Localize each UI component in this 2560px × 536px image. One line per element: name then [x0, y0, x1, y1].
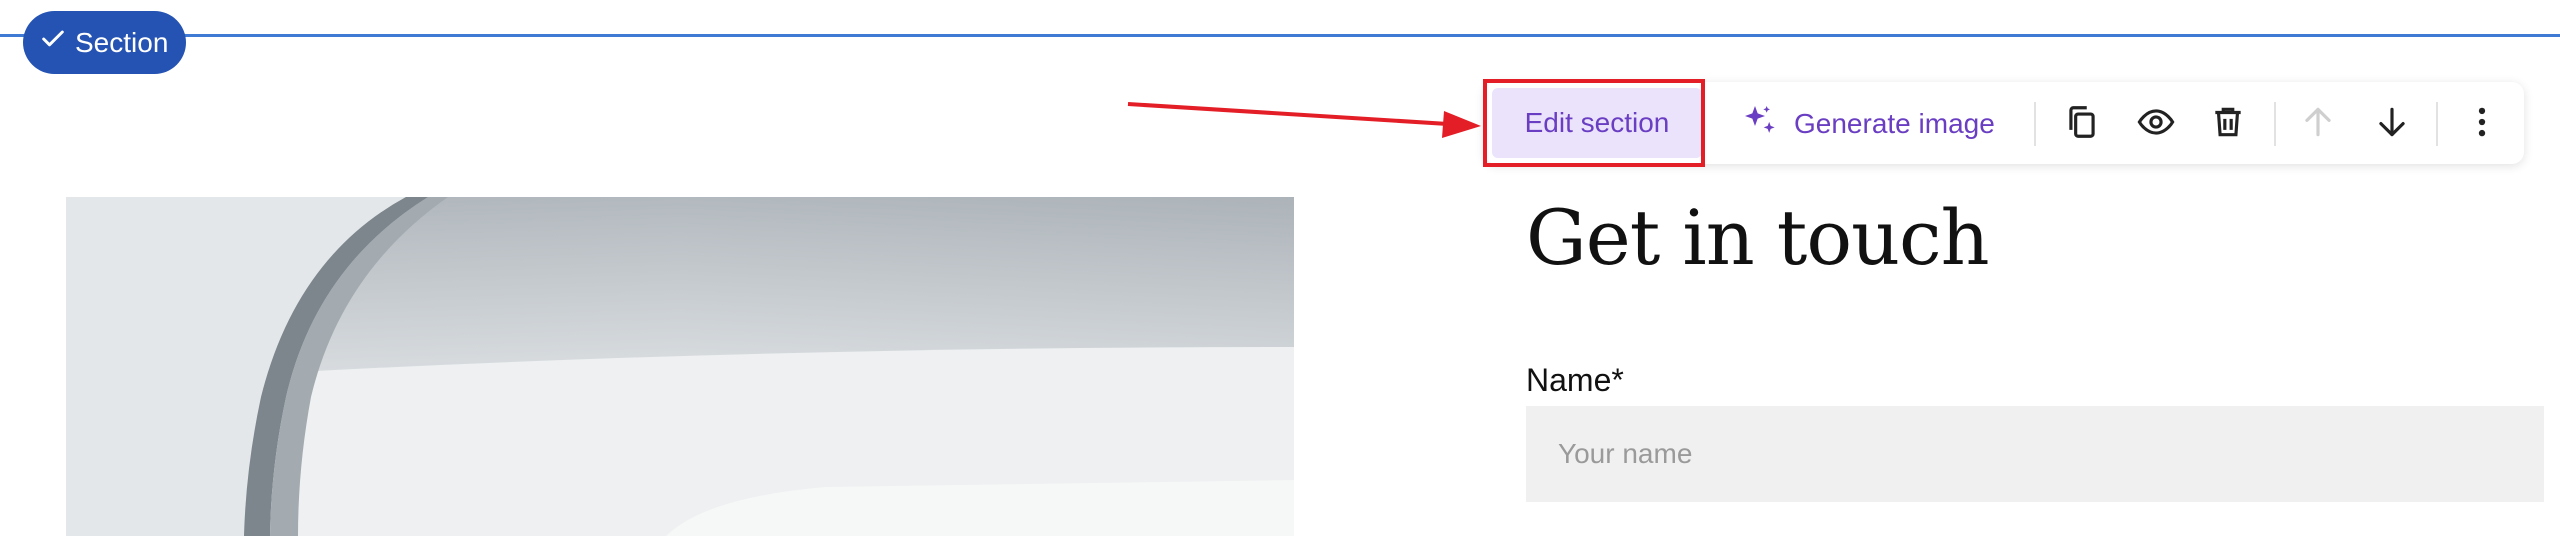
name-field[interactable]	[1526, 406, 2544, 502]
name-field-label: Name*	[1526, 362, 1624, 398]
generate-image-label: Generate image	[1794, 108, 1995, 139]
toolbar-divider	[2436, 102, 2438, 146]
arrow-down-icon[interactable]	[2370, 100, 2414, 144]
generate-image-button[interactable]: Generate image	[1740, 96, 1995, 152]
copy-icon[interactable]	[2060, 100, 2104, 144]
toolbar-divider	[2034, 102, 2036, 146]
section-image[interactable]	[66, 197, 1294, 536]
more-vertical-icon[interactable]	[2460, 100, 2504, 144]
annotation-arrow	[1127, 102, 1481, 138]
arrow-up-icon[interactable]	[2296, 100, 2340, 144]
eye-icon[interactable]	[2134, 100, 2178, 144]
sparkle-icon	[1740, 101, 1780, 148]
page-title: Get in touch	[1526, 193, 1990, 282]
toolbar-divider	[2274, 102, 2276, 146]
highlight-annotation	[1483, 79, 1705, 167]
trash-icon[interactable]	[2206, 100, 2250, 144]
